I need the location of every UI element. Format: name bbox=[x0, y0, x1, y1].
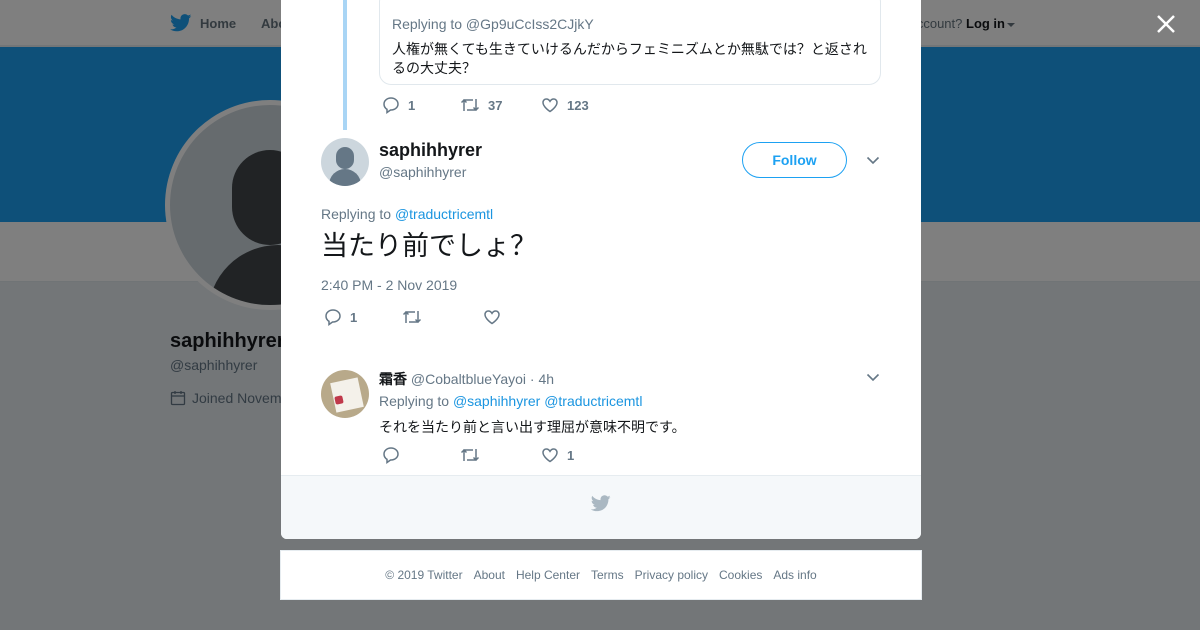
replying-prefix: Replying to bbox=[321, 206, 392, 222]
retweet-button[interactable] bbox=[460, 446, 541, 464]
close-icon[interactable] bbox=[1152, 10, 1180, 38]
like-count: 1 bbox=[567, 447, 575, 463]
retweet-icon bbox=[402, 310, 422, 324]
previous-tweet-replying-to: Replying to @Gp9uCcIss2CJjkY bbox=[392, 16, 594, 32]
reply-icon bbox=[325, 309, 341, 326]
reply-icon bbox=[383, 447, 399, 464]
chevron-down-icon[interactable] bbox=[866, 155, 880, 165]
author-name[interactable]: saphihhyrer bbox=[379, 140, 482, 161]
reply-button[interactable]: 1 bbox=[382, 96, 460, 114]
footer-terms-link[interactable]: Terms bbox=[591, 568, 624, 582]
reply-author-name[interactable]: 霜香 bbox=[379, 371, 407, 387]
replying-handle-link[interactable]: @traductricemtl bbox=[544, 393, 642, 409]
reply-tweet-text: それを当たり前と言い出す理屈が意味不明です。 bbox=[379, 419, 686, 435]
retweet-icon bbox=[460, 448, 480, 462]
replying-handle-link[interactable]: @traductricemtl bbox=[395, 206, 493, 222]
footer-ads-link[interactable]: Ads info bbox=[773, 568, 816, 582]
like-icon bbox=[542, 448, 558, 463]
reply-author-handle[interactable]: @CobaltblueYayoi bbox=[411, 371, 526, 387]
avatar[interactable] bbox=[321, 370, 369, 418]
footer-copyright: © 2019 Twitter bbox=[385, 568, 463, 582]
previous-tweet-text: 人権が無くても生きていけるんだからフェミニズムとか無駄では？と返されるの大丈夫？ bbox=[392, 41, 867, 76]
main-tweet-text: 当たり前でしょ？ bbox=[321, 231, 537, 261]
replying-prefix: Replying to bbox=[379, 393, 450, 409]
main-tweet-replying-to: Replying to @traductricemtl bbox=[321, 206, 493, 222]
like-icon bbox=[484, 310, 500, 325]
modal-footer bbox=[281, 475, 921, 539]
footer-about-link[interactable]: About bbox=[474, 568, 505, 582]
main-tweet-timestamp[interactable]: 2:40 PM - 2 Nov 2019 bbox=[321, 277, 457, 293]
reply-count: 1 bbox=[350, 309, 358, 325]
replying-handle-link[interactable]: @saphihhyrer bbox=[453, 393, 540, 409]
page-footer: © 2019 Twitter About Help Center Terms P… bbox=[280, 550, 922, 600]
like-icon bbox=[542, 98, 558, 113]
previous-tweet-actions: 1 37 123 bbox=[382, 96, 589, 114]
reply-count: 1 bbox=[408, 97, 416, 113]
chevron-down-icon[interactable] bbox=[866, 372, 880, 382]
thread-line bbox=[343, 0, 347, 130]
previous-tweet-card[interactable]: Replying to @Gp9uCcIss2CJjkY 人権が無くても生きてい… bbox=[379, 0, 881, 85]
twitter-bird-icon bbox=[591, 495, 611, 512]
tweet-modal: Replying to @Gp9uCcIss2CJjkY 人権が無くても生きてい… bbox=[281, 0, 921, 539]
avatar[interactable] bbox=[321, 138, 369, 186]
like-button[interactable] bbox=[483, 308, 509, 326]
retweet-button[interactable]: 37 bbox=[460, 96, 541, 114]
footer-privacy-link[interactable]: Privacy policy bbox=[635, 568, 708, 582]
follow-button[interactable]: Follow bbox=[742, 142, 847, 178]
like-button[interactable]: 1 bbox=[541, 446, 574, 464]
reply-icon bbox=[383, 97, 399, 114]
footer-help-link[interactable]: Help Center bbox=[516, 568, 580, 582]
footer-cookies-link[interactable]: Cookies bbox=[719, 568, 762, 582]
reply-tweet-actions: 1 bbox=[382, 446, 574, 464]
main-tweet-actions: 1 bbox=[324, 308, 509, 326]
author-handle[interactable]: @saphihhyrer bbox=[379, 164, 466, 180]
reply-time[interactable]: · 4h bbox=[530, 371, 554, 387]
reply-button[interactable] bbox=[382, 446, 460, 464]
reply-button[interactable]: 1 bbox=[324, 308, 402, 326]
reply-tweet-replying-to: Replying to @saphihhyrer @traductricemtl bbox=[379, 393, 642, 409]
retweet-count: 37 bbox=[488, 97, 503, 113]
like-button[interactable]: 123 bbox=[541, 96, 589, 114]
retweet-icon bbox=[460, 98, 480, 112]
retweet-button[interactable] bbox=[402, 308, 483, 326]
reply-tweet-header: 霜香 @CobaltblueYayoi · 4h bbox=[379, 369, 554, 389]
like-count: 123 bbox=[567, 97, 589, 113]
